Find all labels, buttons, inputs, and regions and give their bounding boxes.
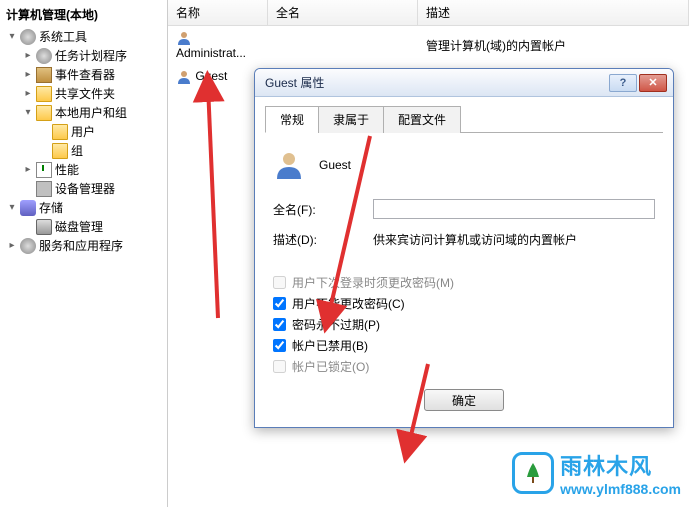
tree-label: 设备管理器 [55, 180, 115, 197]
book-icon [36, 67, 52, 83]
tree-item[interactable]: ▾ 存储 [2, 198, 165, 217]
gear-icon [20, 238, 36, 254]
row-desc: 管理计算机(域)的内置帐户 [418, 35, 689, 56]
tree-item[interactable]: ▸ 共享文件夹 [2, 84, 165, 103]
desc-label: 描述(D): [273, 231, 373, 248]
checkbox-input[interactable] [273, 339, 286, 352]
tree-item[interactable]: ▸ 事件查看器 [2, 65, 165, 84]
checkbox-label: 帐户已禁用(B) [292, 337, 368, 354]
tree-label: 磁盘管理 [55, 218, 103, 235]
row-full [268, 43, 418, 47]
folder-icon [36, 105, 52, 121]
tree-label: 任务计划程序 [55, 47, 127, 64]
account-name: Guest [319, 158, 351, 172]
tree-item[interactable]: 磁盘管理 [2, 217, 165, 236]
list-header: 名称 全名 描述 [168, 0, 689, 26]
fullname-input[interactable] [373, 199, 655, 219]
checkbox-label: 用户下次登录时须更改密码(M) [292, 274, 454, 291]
checkbox-input[interactable] [273, 318, 286, 331]
db-icon [20, 200, 36, 216]
tree-item[interactable]: 组 [2, 141, 165, 160]
checkbox-row[interactable]: 帐户已禁用(B) [273, 335, 655, 356]
device-icon [36, 181, 52, 197]
dialog-titlebar[interactable]: Guest 属性 ? ✕ [255, 69, 673, 97]
tree-label: 共享文件夹 [55, 85, 115, 102]
tree-panel: 计算机管理(本地) ▾ 系统工具 ▸ 任务计划程序 ▸ 事件查看器 ▸ 共享文件夹 ▾ 本地用户和… [0, 0, 168, 507]
checkbox-input[interactable] [273, 297, 286, 310]
tree-label: 服务和应用程序 [39, 237, 123, 254]
checkbox-row: 用户下次登录时须更改密码(M) [273, 272, 655, 293]
list-row[interactable]: Administrat... 管理计算机(域)的内置帐户 [168, 26, 689, 64]
checkbox-list: 用户下次登录时须更改密码(M) 用户不能更改密码(C) 密码永不过期(P) 帐户已禁用… [273, 272, 655, 377]
desc-value: 供来宾访问计算机或访问域的内置帐户 [373, 229, 655, 250]
perf-icon [36, 162, 52, 178]
checkbox-row: 帐户已锁定(O) [273, 356, 655, 377]
tree-label: 组 [71, 142, 83, 159]
row-name: Administrat... [176, 46, 246, 60]
properties-dialog: Guest 属性 ? ✕ 常规 隶属于 配置文件 Guest 全名(F): 描述… [254, 68, 674, 428]
tab-strip: 常规 隶属于 配置文件 [265, 105, 663, 133]
folder-icon [52, 143, 68, 159]
user-icon [273, 149, 305, 181]
tab-general[interactable]: 常规 [265, 106, 319, 133]
watermark-logo-icon [512, 452, 554, 494]
watermark: 雨林木风 www.ylmf888.com [512, 449, 681, 497]
checkbox-input [273, 276, 286, 289]
user-icon [176, 30, 192, 46]
checkbox-row[interactable]: 用户不能更改密码(C) [273, 293, 655, 314]
folder-icon [36, 86, 52, 102]
col-full[interactable]: 全名 [268, 0, 418, 25]
tree-label: 事件查看器 [55, 66, 115, 83]
watermark-url: www.ylmf888.com [560, 481, 681, 497]
close-button[interactable]: ✕ [639, 74, 667, 92]
tree-label: 性能 [55, 161, 79, 178]
folder-icon [52, 124, 68, 140]
col-desc[interactable]: 描述 [418, 0, 689, 25]
expander-icon[interactable]: ▸ [22, 164, 34, 175]
expander-icon[interactable]: ▾ [6, 202, 18, 213]
help-button[interactable]: ? [609, 74, 637, 92]
checkbox-label: 密码永不过期(P) [292, 316, 380, 333]
disk-icon [36, 219, 52, 235]
expander-icon[interactable]: ▸ [22, 69, 34, 80]
tab-profile[interactable]: 配置文件 [383, 106, 461, 133]
watermark-brand: 雨林木风 [560, 449, 681, 481]
tab-memberof[interactable]: 隶属于 [318, 106, 384, 133]
tree-label: 系统工具 [39, 28, 87, 45]
tree-label: 本地用户和组 [55, 104, 127, 121]
col-name[interactable]: 名称 [168, 0, 268, 25]
checkbox-label: 帐户已锁定(O) [292, 358, 369, 375]
tree-label: 存储 [39, 199, 63, 216]
tree-item[interactable]: 设备管理器 [2, 179, 165, 198]
checkbox-label: 用户不能更改密码(C) [292, 295, 405, 312]
row-name: Guest [195, 69, 227, 83]
tree-label: 用户 [71, 123, 95, 140]
tree-item[interactable]: ▸ 服务和应用程序 [2, 236, 165, 255]
tree-item[interactable]: ▸ 任务计划程序 [2, 46, 165, 65]
expander-icon[interactable]: ▾ [6, 31, 18, 42]
expander-icon[interactable]: ▾ [22, 107, 34, 118]
gear-icon [20, 29, 36, 45]
tree-nodes: ▾ 系统工具 ▸ 任务计划程序 ▸ 事件查看器 ▸ 共享文件夹 ▾ 本地用户和组用户组 ▸ 性能设备管… [2, 27, 165, 255]
user-icon [176, 69, 192, 85]
expander-icon[interactable]: ▸ [22, 50, 34, 61]
tree-root[interactable]: 计算机管理(本地) [2, 4, 165, 25]
dialog-title: Guest 属性 [261, 74, 607, 91]
fullname-label: 全名(F): [273, 201, 373, 218]
checkbox-row[interactable]: 密码永不过期(P) [273, 314, 655, 335]
tree-item[interactable]: ▸ 性能 [2, 160, 165, 179]
checkbox-input [273, 360, 286, 373]
ok-button[interactable]: 确定 [424, 389, 504, 411]
clock-icon [36, 48, 52, 64]
expander-icon[interactable]: ▸ [22, 88, 34, 99]
tree-item[interactable]: ▾ 本地用户和组 [2, 103, 165, 122]
tree-item[interactable]: ▾ 系统工具 [2, 27, 165, 46]
expander-icon[interactable]: ▸ [6, 240, 18, 251]
tree-item[interactable]: 用户 [2, 122, 165, 141]
